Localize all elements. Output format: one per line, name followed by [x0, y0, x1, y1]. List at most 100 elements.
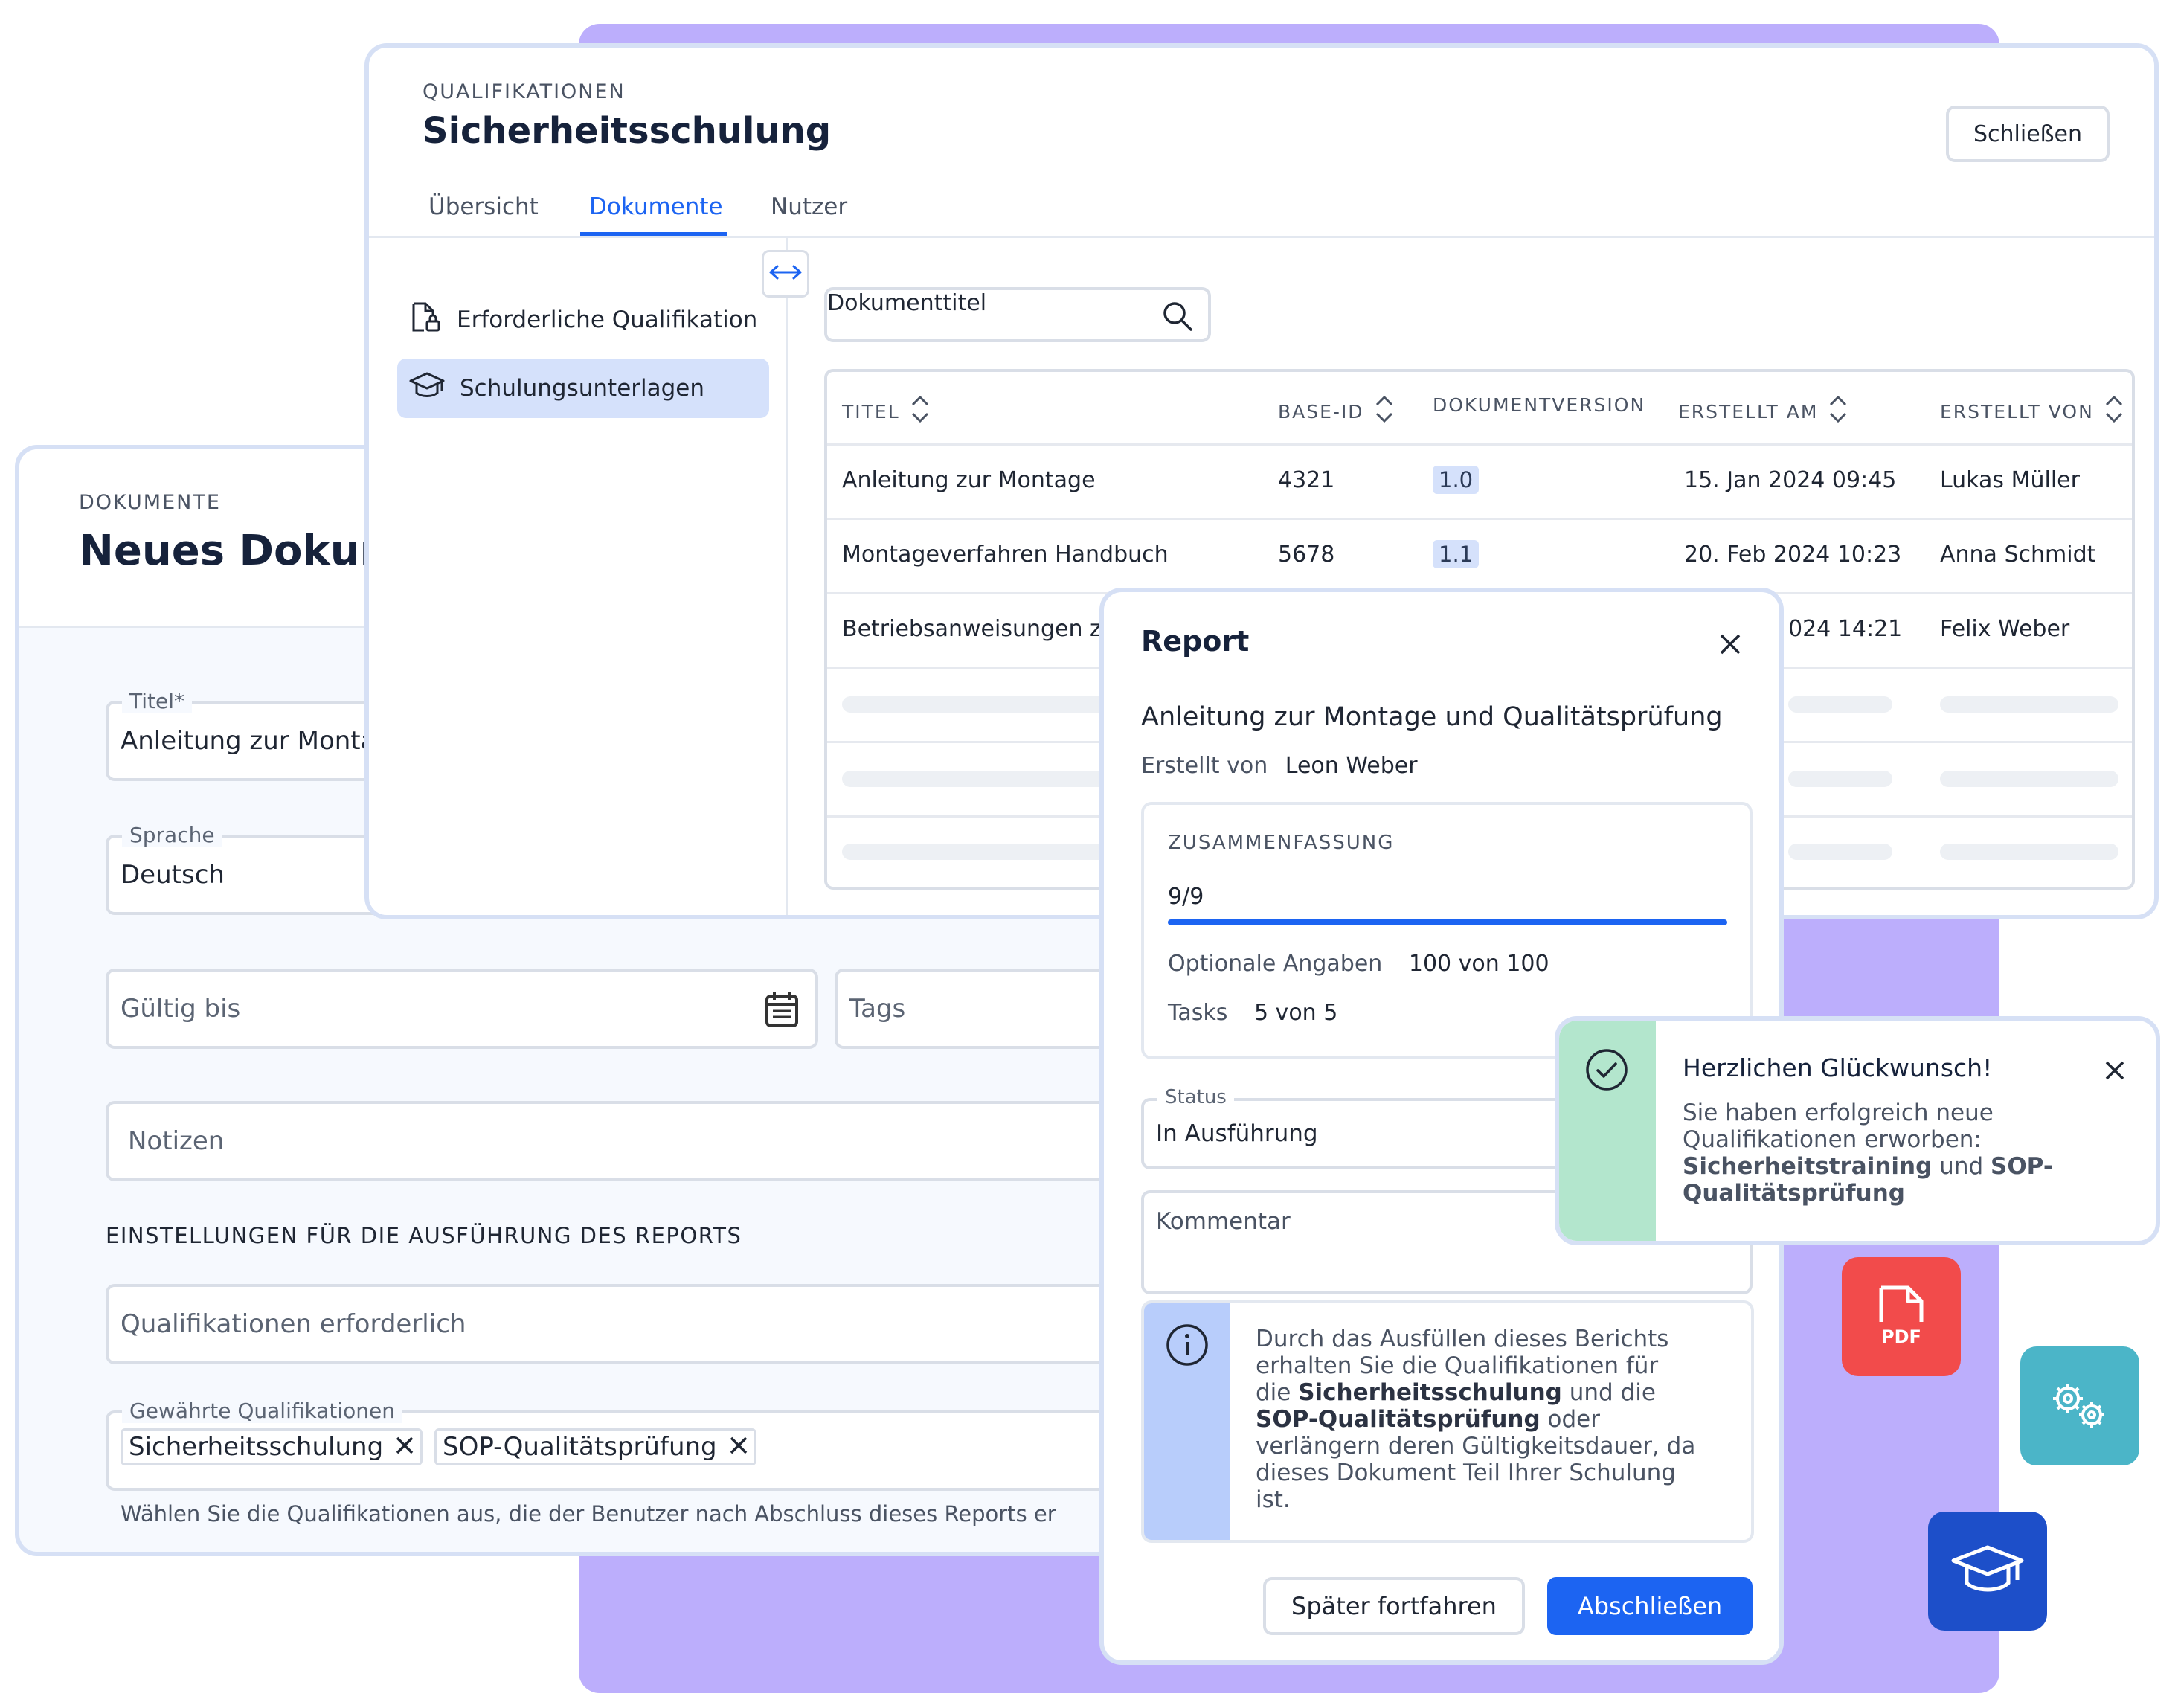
check-circle-icon: [1584, 1047, 1629, 1095]
chip-label: SOP-Qualitätsprüfung: [443, 1432, 717, 1462]
info-line: ist.: [1256, 1486, 1291, 1513]
toast-bold-qualification: Qualitätsprüfung: [1683, 1180, 1905, 1207]
cell-title: Montageverfahren Handbuch: [842, 542, 1169, 568]
version-badge: 1.0: [1433, 466, 1480, 494]
close-button[interactable]: Schließen: [1946, 106, 2110, 162]
sort-icon[interactable]: [910, 394, 930, 428]
col-title[interactable]: TITEL: [842, 394, 930, 428]
cell-base-id: 4321: [1278, 467, 1335, 493]
toast-line: Sicherheitstraining und SOP-: [1683, 1153, 2053, 1180]
cell-title: Betriebsanweisungen z: [842, 616, 1102, 642]
info-icon: [1165, 1323, 1210, 1370]
valid-until-placeholder: Gültig bis: [121, 994, 241, 1024]
pdf-icon: PDF: [1842, 1257, 1961, 1376]
search-input[interactable]: Dokumenttitel: [827, 290, 986, 316]
skeleton-row: [842, 696, 1125, 713]
info-box: Durch das Ausfüllen dieses Berichts erha…: [1141, 1300, 1754, 1543]
toast-bold-qualification: Sicherheitstraining: [1683, 1153, 1933, 1180]
row-divider: [827, 443, 2132, 446]
summary-progress-bar: [1168, 919, 1727, 925]
sort-icon[interactable]: [1375, 394, 1394, 428]
skeleton-row: [1788, 771, 1892, 787]
chip-label: Sicherheitsschulung: [129, 1432, 384, 1462]
sidebar-item-label: Schulungsunterlagen: [460, 375, 705, 402]
continue-later-button[interactable]: Später fortfahren: [1263, 1577, 1525, 1635]
form-title: Neues Dokum: [79, 527, 403, 575]
col-title-label: TITEL: [842, 400, 900, 423]
valid-until-field[interactable]: Gültig bis: [106, 969, 818, 1049]
sort-icon[interactable]: [2104, 394, 2124, 428]
notes-field[interactable]: Notizen: [106, 1101, 1126, 1181]
col-base-id[interactable]: BASE-ID: [1278, 394, 1394, 428]
info-line: verlängern deren Gültigkeitsdauer, da: [1256, 1433, 1696, 1460]
info-line: dieses Dokument Teil Ihrer Schulung: [1256, 1460, 1676, 1486]
resize-handle[interactable]: [762, 250, 809, 298]
version-badge: 1.1: [1433, 540, 1480, 568]
cell-created-by: Anna Schmidt: [1940, 542, 2096, 568]
cell-base-id: 5678: [1278, 542, 1335, 568]
finish-button[interactable]: Abschließen: [1547, 1577, 1753, 1635]
skeleton-row: [1940, 844, 2118, 860]
toast-line: Qualifikationen erworben:: [1683, 1126, 1982, 1153]
skeleton-row: [842, 844, 1125, 860]
info-bold-qualification: Sicherheitsschulung: [1298, 1379, 1562, 1406]
created-by-value: Leon Weber: [1285, 753, 1418, 779]
tab-users[interactable]: Nutzer: [771, 193, 847, 220]
col-created-by-label: ERSTELLT VON: [1940, 400, 2094, 423]
granted-quals-field[interactable]: Gewährte Qualifikationen Sicherheitsschu…: [106, 1399, 1126, 1491]
remove-chip-icon[interactable]: [395, 1432, 414, 1462]
sidebar-item-required-qualification[interactable]: Erforderliche Qualifikation: [397, 290, 769, 350]
chip-sicherheitsschulung: Sicherheitsschulung: [121, 1428, 423, 1465]
status-label: Status: [1157, 1086, 1234, 1108]
title-field-label: Titel*: [122, 689, 193, 713]
col-created-by[interactable]: ERSTELLT VON: [1940, 394, 2124, 428]
form-eyebrow: DOKUMENTE: [79, 491, 221, 514]
settings-heading: EINSTELLUNGEN FÜR DIE AUSFÜHRUNG DES REP…: [106, 1223, 742, 1248]
summary-heading: ZUSAMMENFASSUNG: [1168, 832, 1395, 854]
language-field-value: Deutsch: [121, 860, 225, 890]
skeleton-row: [1940, 696, 2118, 713]
tab-documents[interactable]: Dokumente: [589, 193, 723, 220]
chip-sop-qualitaetspruefung: SOP-Qualitätsprüfung: [434, 1428, 756, 1465]
info-line: die Sicherheitsschulung und die: [1256, 1379, 1695, 1406]
tasks-value: 5 von 5: [1253, 1000, 1338, 1026]
notes-placeholder: Notizen: [128, 1126, 225, 1156]
sidebar-item-label: Erforderliche Qualifikation: [457, 306, 758, 333]
col-created-at[interactable]: ERSTELLT AM: [1678, 394, 1848, 428]
remove-chip-icon[interactable]: [729, 1432, 748, 1462]
document-search[interactable]: Dokumenttitel: [824, 287, 1211, 342]
sidebar-item-training-materials[interactable]: Schulungsunterlagen: [397, 359, 769, 418]
pdf-icon-label: PDF: [1881, 1326, 1921, 1347]
cell-created-by: Lukas Müller: [1940, 467, 2080, 493]
cell-title: Anleitung zur Montage: [842, 467, 1096, 493]
col-created-at-label: ERSTELLT AM: [1678, 400, 1819, 423]
cell-created-at: 15. Jan 2024 09:45: [1684, 467, 1897, 493]
tags-field[interactable]: Tags: [835, 969, 1126, 1049]
language-field-label: Sprache: [122, 823, 222, 847]
skeleton-row: [1788, 696, 1892, 713]
toast-bold-qualification: SOP-: [1991, 1153, 2053, 1180]
optional-fields-row: Optionale Angaben 100 von 100: [1168, 951, 1549, 977]
info-text: Durch das Ausfüllen dieses Berichts erha…: [1256, 1326, 1695, 1513]
graduation-cap-icon: [409, 370, 445, 406]
sort-icon[interactable]: [1828, 394, 1848, 428]
toast-title: Herzlichen Glückwunsch!: [1683, 1053, 1993, 1082]
toast-message: Sie haben erfolgreich neue Qualifikation…: [1683, 1099, 2053, 1207]
tasks-row: Tasks 5 von 5: [1168, 1000, 1337, 1026]
optional-value: 100 von 100: [1408, 951, 1549, 977]
cell-created-at: 20. Feb 2024 10:23: [1684, 542, 1902, 568]
col-base-id-label: BASE-ID: [1278, 400, 1364, 423]
quals-required-placeholder: Qualifikationen erforderlich: [121, 1309, 466, 1339]
calendar-icon[interactable]: [765, 991, 799, 1031]
qualification-title: Sicherheitsschulung: [423, 110, 832, 152]
close-icon[interactable]: [2104, 1059, 2126, 1085]
cell-created-by: Felix Weber: [1940, 616, 2070, 642]
search-icon[interactable]: [1162, 301, 1193, 335]
close-icon[interactable]: [1718, 632, 1742, 659]
quals-required-field[interactable]: Qualifikationen erforderlich: [106, 1284, 1126, 1364]
status-value: In Ausführung: [1156, 1120, 1318, 1147]
info-line: SOP-Qualitätsprüfung oder: [1256, 1406, 1695, 1433]
toast-line: Qualitätsprüfung: [1683, 1180, 2053, 1207]
title-field-value: Anleitung zur Monta: [121, 726, 376, 756]
tab-overview[interactable]: Übersicht: [428, 193, 539, 220]
